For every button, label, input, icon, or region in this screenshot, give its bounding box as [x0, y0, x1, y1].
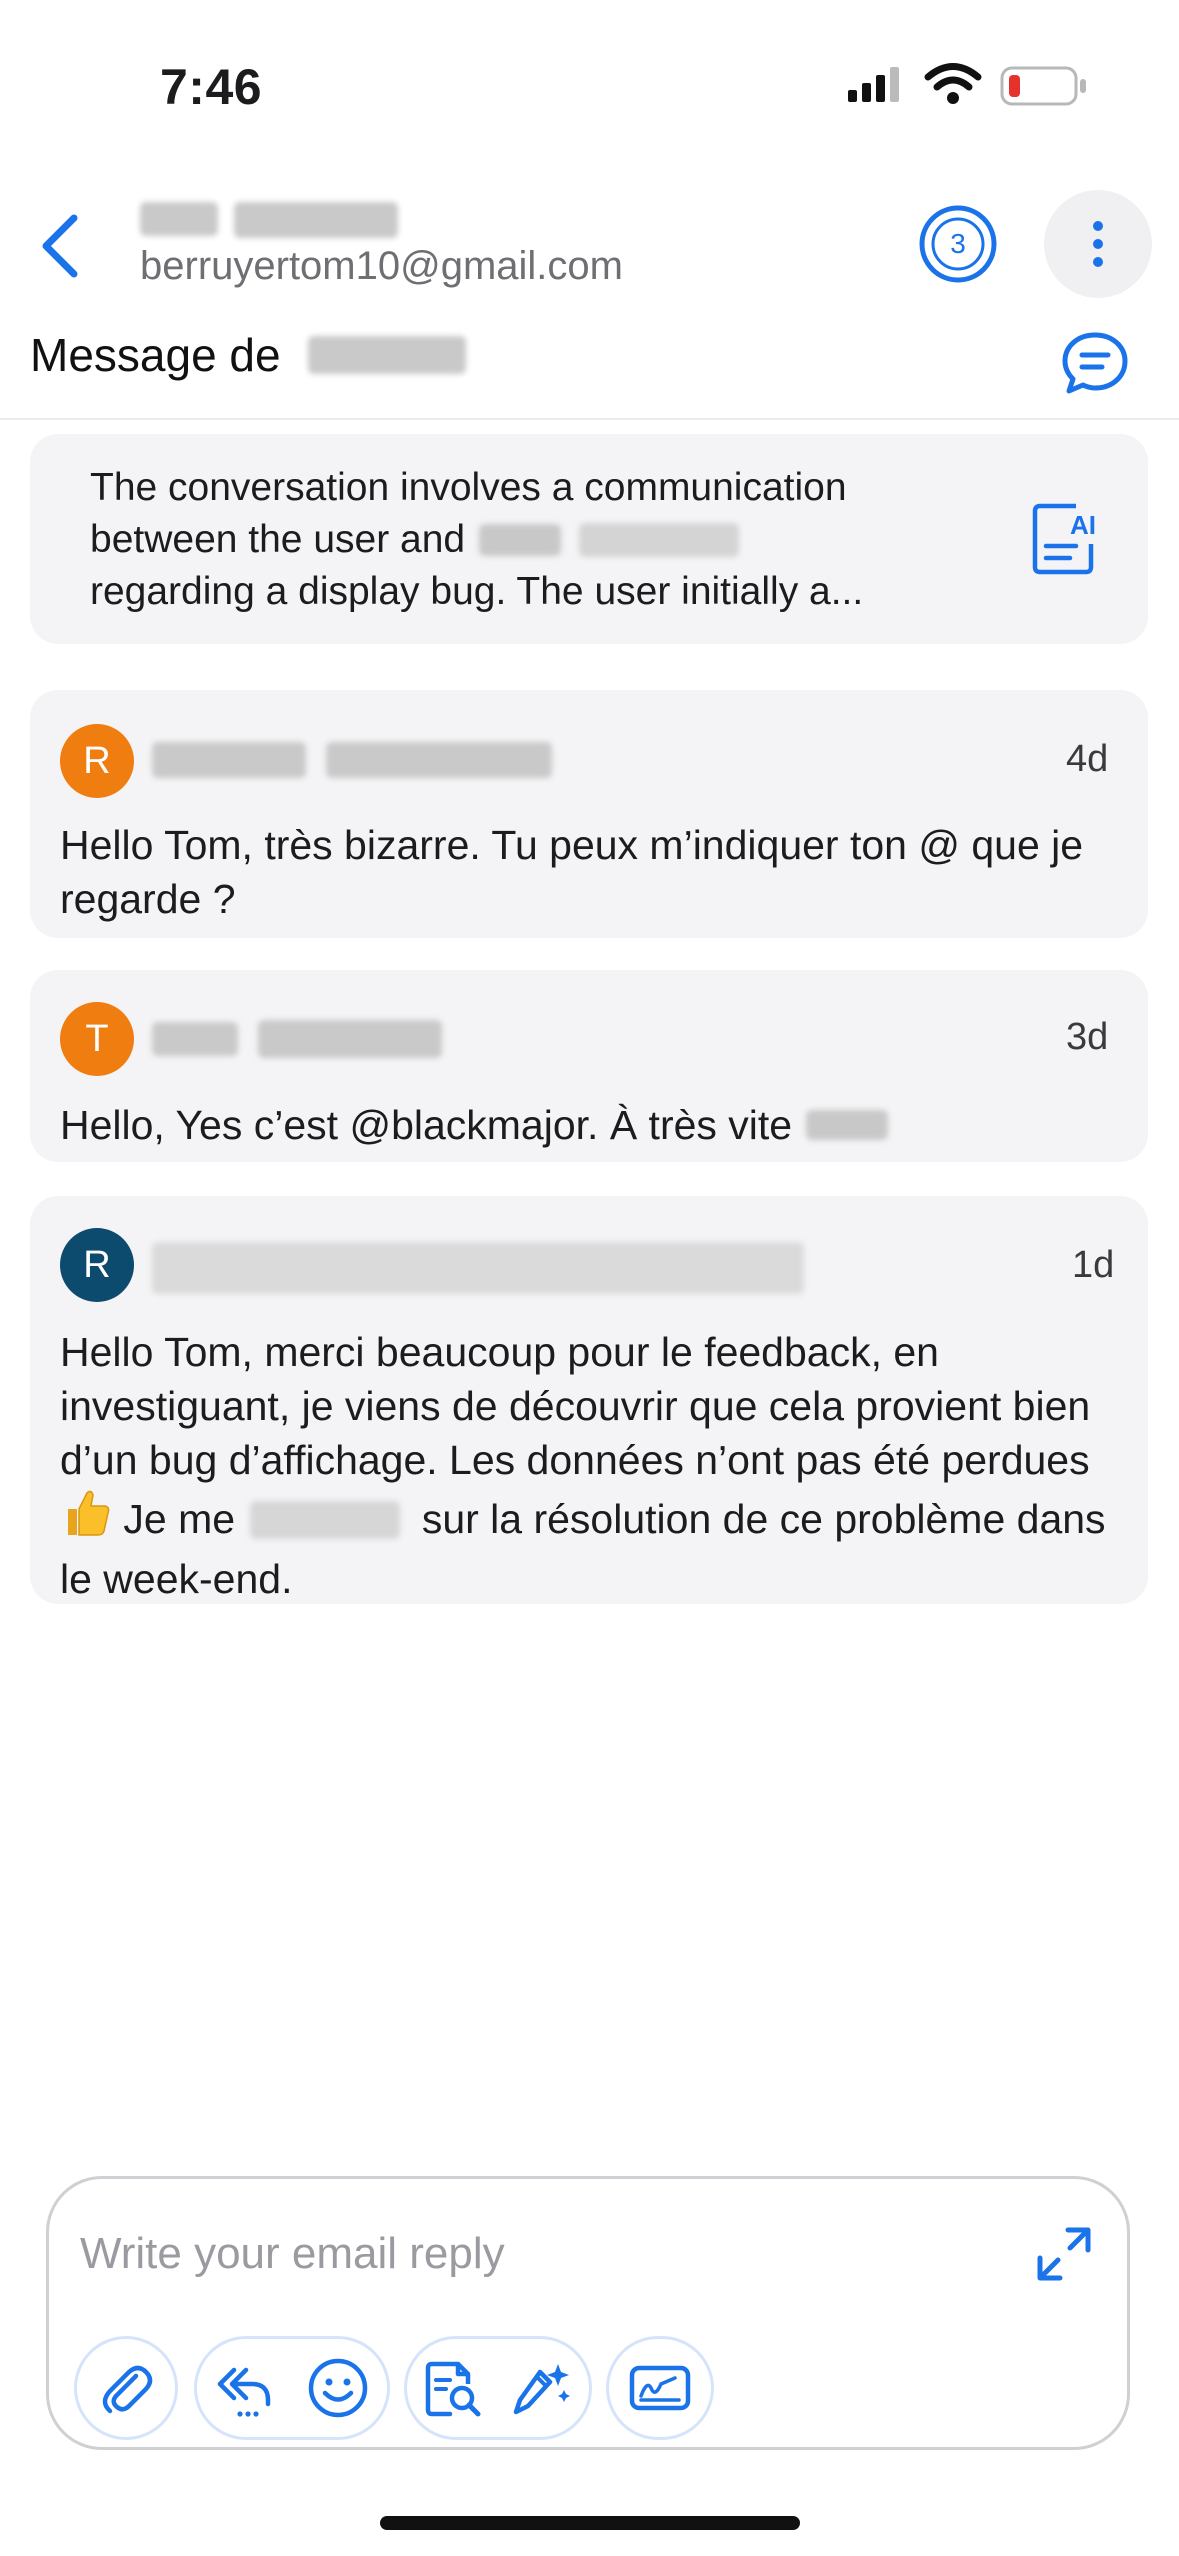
sender-surname-redacted: [326, 742, 552, 778]
expand-icon: [1037, 2227, 1091, 2281]
message-text: Hello, Yes c’est @blackmajor. À très vit…: [60, 1102, 793, 1148]
summary-redacted-surname: [579, 523, 740, 557]
reply-all-button[interactable]: [196, 2340, 292, 2436]
signature-button[interactable]: [612, 2340, 708, 2436]
thread-count-badge[interactable]: 3: [916, 204, 1040, 286]
sender-name-redacted: [152, 742, 306, 778]
ai-summary-text: The conversation involves a communicatio…: [90, 462, 990, 618]
ai-review-button[interactable]: [404, 2340, 500, 2436]
message-body: Hello Tom, merci beaucoup pour le feedba…: [60, 1325, 1130, 1606]
message-time: 3d: [1066, 1016, 1109, 1058]
summary-line-3: regarding a display bug. The user initia…: [90, 570, 864, 613]
paperclip-icon: [102, 2365, 153, 2414]
message-text: Hello Tom, merci beaucoup pour le feedba…: [60, 1329, 1091, 1483]
chat-bubble-icon[interactable]: [1060, 330, 1130, 401]
sender-surname-redacted: [258, 1020, 442, 1058]
sender-last-name: [234, 202, 398, 238]
message-body: Hello Tom, très bizarre. Tu peux m’indiq…: [60, 822, 1084, 922]
summary-line-2-text: between the user and: [90, 518, 466, 561]
chevron-left-icon: [42, 214, 78, 278]
reply-all-icon: [217, 2367, 271, 2417]
more-vertical-icon: [1093, 221, 1103, 267]
summary-line-2: between the user and: [90, 514, 990, 566]
header-divider: [0, 418, 1179, 420]
home-indicator: [380, 2516, 800, 2530]
sender-name-redacted: [152, 1022, 238, 1056]
attach-button[interactable]: [78, 2340, 174, 2436]
smiley-icon: [308, 2358, 368, 2418]
thread-count: 3: [950, 228, 966, 259]
subject-name: [308, 336, 466, 374]
sender-email: berruyertom10@gmail.com: [140, 244, 623, 288]
ai-document-icon[interactable]: AI: [1030, 500, 1102, 583]
message-text-2: Je me: [112, 1496, 247, 1542]
message-time: 1d: [1072, 1244, 1115, 1286]
back-button[interactable]: [34, 206, 90, 286]
signature-icon: [629, 2365, 691, 2411]
redacted-word: [250, 1501, 401, 1539]
document-search-icon: [425, 2361, 481, 2417]
cellular-signal-icon: [846, 64, 906, 109]
reply-input[interactable]: [80, 2222, 980, 2286]
thumbs-up-icon: [60, 1487, 112, 1552]
status-time: 7:46: [160, 59, 263, 115]
avatar: R: [60, 1228, 134, 1302]
sender-first-name: [140, 202, 218, 236]
pen-sparkle-icon: [513, 2364, 570, 2415]
message-time: 4d: [1066, 738, 1109, 780]
avatar: T: [60, 1002, 134, 1076]
summary-line-1: The conversation involves a communicatio…: [90, 466, 847, 509]
expand-button[interactable]: [1032, 2222, 1096, 2286]
emoji-button[interactable]: [290, 2340, 386, 2436]
sender-name-redacted: [152, 1242, 804, 1294]
subject-label: Message de: [30, 329, 281, 381]
more-options-button[interactable]: [1044, 190, 1152, 298]
redacted-signoff: [806, 1110, 889, 1140]
message-body: Hello, Yes c’est @blackmajor. À très vit…: [60, 1098, 1120, 1152]
battery-icon: [1000, 66, 1088, 111]
ai-write-button[interactable]: [494, 2340, 590, 2436]
avatar: R: [60, 724, 134, 798]
svg-text:AI: AI: [1070, 510, 1096, 540]
wifi-icon: [924, 62, 982, 111]
summary-redacted-name: [479, 524, 562, 556]
